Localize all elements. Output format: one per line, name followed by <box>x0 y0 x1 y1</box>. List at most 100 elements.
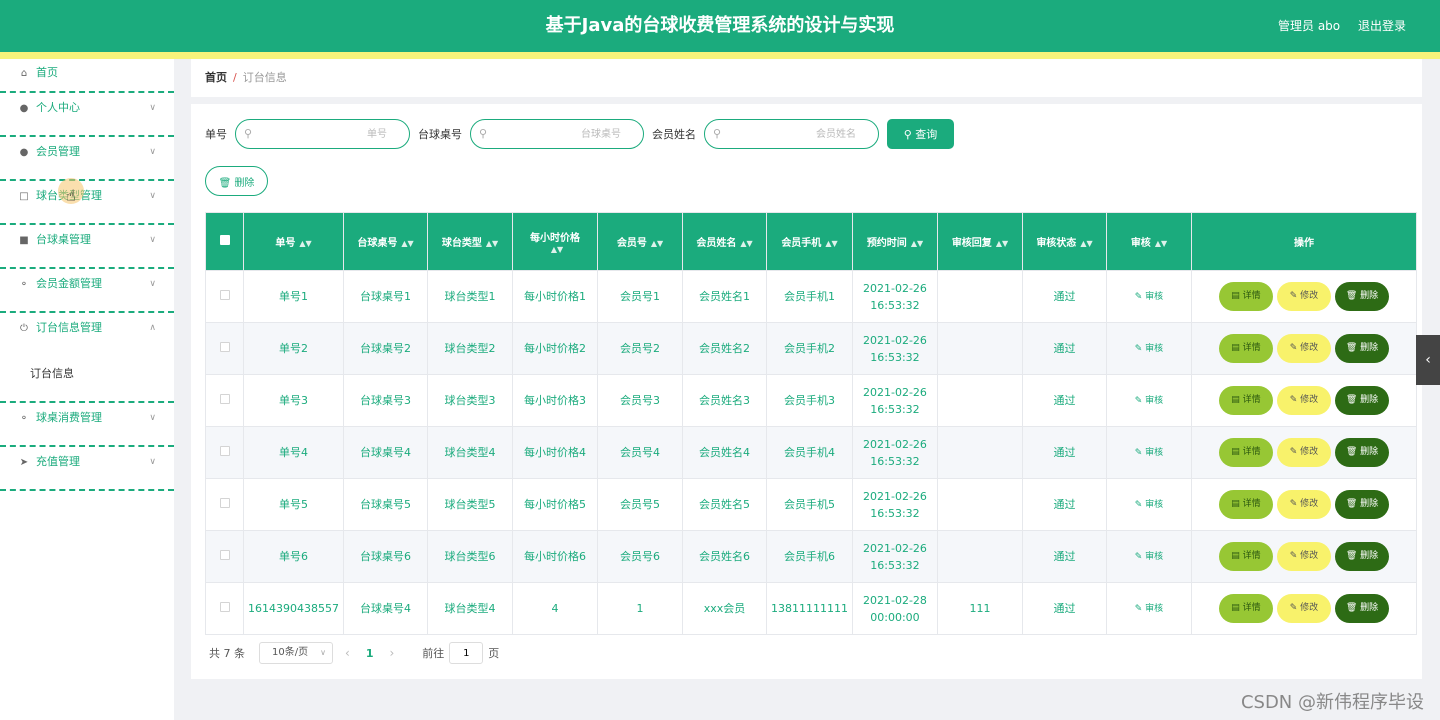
row-checkbox[interactable] <box>219 342 230 352</box>
detail-button[interactable]: ▤ 详情 <box>1218 438 1273 467</box>
cell-phone: 会员手机6 <box>765 530 853 583</box>
row-checkbox[interactable] <box>219 446 230 456</box>
column-header-label: 审核 <box>1130 238 1151 249</box>
audit-link[interactable]: ✎ 审核 <box>1135 604 1163 614</box>
order-no-label: 单号 <box>205 128 227 141</box>
batch-delete-button[interactable]: 🗑 删除 <box>205 166 268 196</box>
table-row: 单号2 台球桌号2 球台类型2 每小时价格2 会员号2 会员姓名2 会员手机2 2021-02… <box>205 322 1417 375</box>
chevron-down-icon: ∨ <box>149 279 156 289</box>
goto-page-input[interactable] <box>449 642 484 664</box>
detail-button[interactable]: ▤ 详情 <box>1218 386 1273 415</box>
cell-price: 每小时价格2 <box>511 322 598 375</box>
search-icon: ⚲ <box>903 128 916 141</box>
row-checkbox[interactable] <box>219 394 230 404</box>
row-select-cell <box>205 426 244 479</box>
page-number[interactable]: 1 <box>366 647 374 660</box>
column-header[interactable]: 台球桌号 ▲▼ <box>342 212 428 271</box>
delete-button[interactable]: 🗑 删除 <box>1334 542 1389 571</box>
sidebar-item-bookings[interactable]: ⏻ 订台信息管理 ∧ <box>0 313 174 357</box>
trash-icon: 🗑 <box>1345 603 1361 613</box>
edit-button[interactable]: ✎ 修改 <box>1276 334 1331 363</box>
trash-icon: 🗑 <box>1345 291 1361 301</box>
prev-page-button[interactable]: ‹ <box>345 646 350 660</box>
row-checkbox[interactable] <box>219 602 230 612</box>
column-header[interactable]: 每小时价格 ▲▼ <box>511 212 598 271</box>
cell-table-type: 球台类型5 <box>426 478 513 531</box>
cell-table-type: 球台类型6 <box>426 530 513 583</box>
column-header[interactable]: 审核状态 ▲▼ <box>1021 212 1107 271</box>
edit-button[interactable]: ✎ 修改 <box>1276 542 1331 571</box>
desk-no-input[interactable] <box>471 120 643 148</box>
power-icon: ⏻ <box>20 323 28 334</box>
row-checkbox[interactable] <box>219 290 230 300</box>
sidebar-item-home[interactable]: ⌂ 首页 <box>0 59 174 93</box>
sidebar-item-members[interactable]: ● 会员管理 ∨ <box>0 137 174 181</box>
audit-link[interactable]: ✎ 审核 <box>1135 448 1163 458</box>
sidebar-item-label: 首页 <box>36 66 58 79</box>
column-header[interactable]: 审核 ▲▼ <box>1105 212 1192 271</box>
column-header[interactable]: 会员手机 ▲▼ <box>765 212 853 271</box>
page-size-select[interactable]: 10条/页 ∨ <box>259 642 333 664</box>
audit-link[interactable]: ✎ 审核 <box>1135 344 1163 354</box>
member-name-label: 会员姓名 <box>652 128 696 141</box>
row-checkbox[interactable] <box>219 550 230 560</box>
next-page-button[interactable]: › <box>389 646 394 660</box>
member-name-input[interactable] <box>705 120 878 148</box>
logout-link[interactable]: 退出登录 <box>1358 19 1406 33</box>
chevron-up-icon: ∧ <box>149 323 156 333</box>
sidebar-item-desks[interactable]: ■ 台球桌管理 ∨ <box>0 225 174 269</box>
detail-button[interactable]: ▤ 详情 <box>1218 542 1273 571</box>
delete-button[interactable]: 🗑 删除 <box>1334 594 1389 623</box>
audit-cell: ✎ 审核 <box>1105 478 1192 531</box>
actions-cell: ▤ 详情 ✎ 修改 🗑 删除 <box>1190 426 1417 479</box>
delete-button[interactable]: 🗑 删除 <box>1334 282 1389 311</box>
sidebar-item-recharge[interactable]: ➤ 充值管理 ∨ <box>0 447 174 491</box>
breadcrumb: 首页 / 订台信息 <box>191 59 1422 97</box>
column-header[interactable]: 会员号 ▲▼ <box>596 212 683 271</box>
row-select-cell <box>205 582 244 635</box>
delete-button[interactable]: 🗑 删除 <box>1334 438 1389 467</box>
audit-link[interactable]: ✎ 审核 <box>1135 500 1163 510</box>
detail-button[interactable]: ▤ 详情 <box>1218 594 1273 623</box>
breadcrumb-home[interactable]: 首页 <box>205 71 227 84</box>
sidebar-item-table-types[interactable]: □ 球台类型管理 ∨ <box>0 181 174 225</box>
collapse-panel-button[interactable]: ‹ <box>1416 335 1440 385</box>
delete-button[interactable]: 🗑 删除 <box>1334 386 1389 415</box>
column-header[interactable]: 预约时间 ▲▼ <box>851 212 938 271</box>
audit-link[interactable]: ✎ 审核 <box>1135 292 1163 302</box>
detail-button[interactable]: ▤ 详情 <box>1218 282 1273 311</box>
edit-button[interactable]: ✎ 修改 <box>1276 490 1331 519</box>
edit-label: 修改 <box>1300 499 1319 509</box>
sidebar-subitem-booking-info[interactable]: 订台信息 <box>0 357 174 403</box>
audit-link[interactable]: ✎ 审核 <box>1135 552 1163 562</box>
detail-button[interactable]: ▤ 详情 <box>1218 334 1273 363</box>
watermark: CSDN @新伟程序毕设 <box>1240 692 1424 713</box>
edit-button[interactable]: ✎ 修改 <box>1276 386 1331 415</box>
delete-button[interactable]: 🗑 删除 <box>1334 490 1389 519</box>
delete-button[interactable]: 🗑 删除 <box>1334 334 1389 363</box>
doc-icon: ▤ <box>1231 395 1243 405</box>
detail-button[interactable]: ▤ 详情 <box>1218 490 1273 519</box>
column-header[interactable]: 会员姓名 ▲▼ <box>681 212 767 271</box>
sidebar-item-balance[interactable]: ⚬ 会员金额管理 ∨ <box>0 269 174 313</box>
edit-button[interactable]: ✎ 修改 <box>1276 282 1331 311</box>
audit-cell: ✎ 审核 <box>1105 374 1192 427</box>
audit-link[interactable]: ✎ 审核 <box>1135 396 1163 406</box>
edit-button[interactable]: ✎ 修改 <box>1276 438 1331 467</box>
query-button[interactable]: ⚲ 查询 <box>887 119 954 149</box>
audit-label: 审核 <box>1145 552 1164 562</box>
sidebar-item-consumption[interactable]: ⚬ 球桌消费管理 ∨ <box>0 403 174 447</box>
row-checkbox[interactable] <box>219 498 230 508</box>
column-header[interactable]: 审核回复 ▲▼ <box>936 212 1023 271</box>
edit-button[interactable]: ✎ 修改 <box>1276 594 1331 623</box>
edit-label: 修改 <box>1300 291 1319 301</box>
column-header[interactable]: 单号 ▲▼ <box>243 212 344 271</box>
header-actions: 管理员 abo 退出登录 <box>1264 0 1406 52</box>
cell-member-no: 1 <box>596 582 683 635</box>
order-no-input[interactable] <box>236 120 409 148</box>
column-header[interactable]: 球台类型 ▲▼ <box>426 212 513 271</box>
sidebar-item-profile[interactable]: ● 个人中心 ∨ <box>0 93 174 137</box>
card-icon: □ <box>19 191 29 202</box>
select-all-checkbox[interactable] <box>219 235 230 245</box>
search-form: 单号 ⚲ 台球桌号 ⚲ 会员姓名 ⚲ ⚲ 查询 <box>205 119 954 149</box>
